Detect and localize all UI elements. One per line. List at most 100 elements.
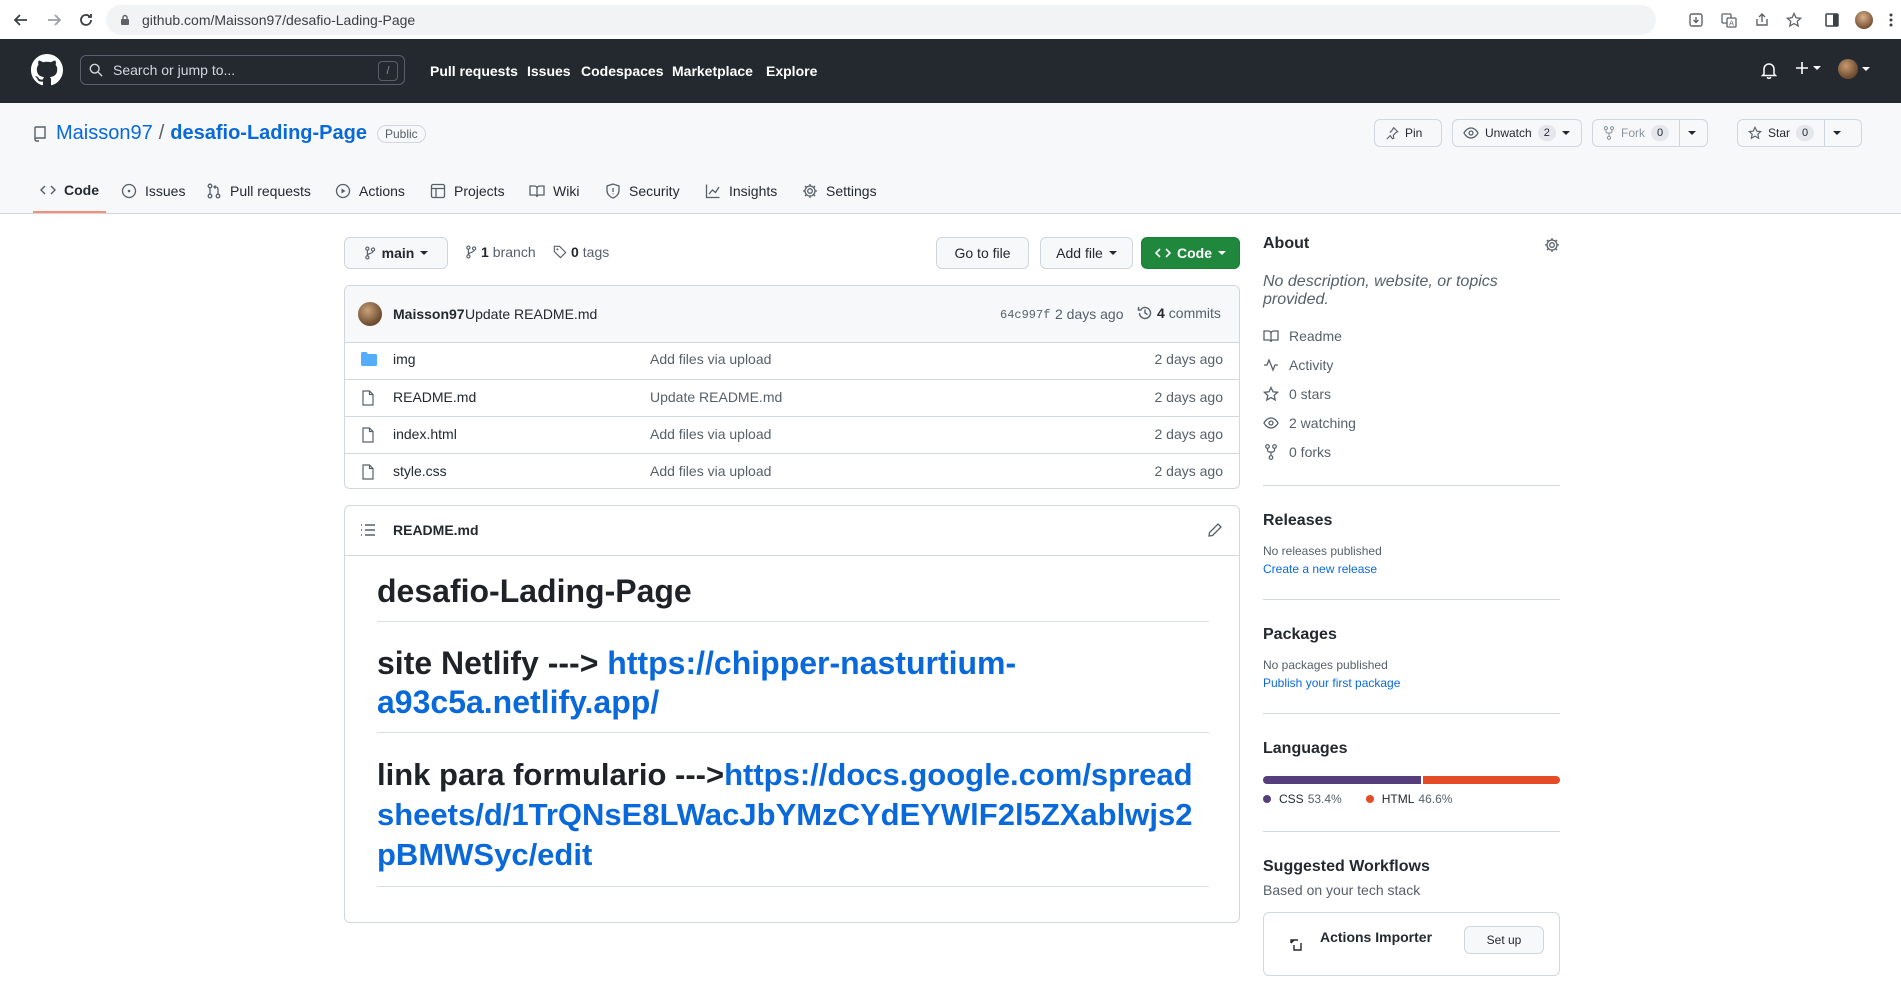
file-row[interactable]: README.md Update README.md 2 days ago [345, 379, 1239, 416]
pencil-icon[interactable] [1207, 522, 1223, 538]
user-menu[interactable] [1838, 59, 1870, 79]
reload-icon[interactable] [76, 10, 96, 30]
language-name: HTML [1381, 792, 1415, 806]
search-input[interactable]: Search or jump to... / [80, 55, 405, 85]
pin-button[interactable]: Pin [1374, 119, 1442, 147]
add-file-label: Add file [1056, 245, 1103, 261]
go-to-file-button[interactable]: Go to file [936, 237, 1029, 269]
readme-filename[interactable]: README.md [393, 522, 479, 538]
file-time: 2 days ago [1154, 351, 1224, 367]
language-bar [1263, 776, 1560, 784]
commit-message[interactable]: Update README.md [465, 306, 597, 322]
eye-icon [1263, 416, 1279, 429]
forward-arrow-icon[interactable] [44, 10, 64, 30]
divider [1263, 599, 1560, 600]
file-row[interactable]: index.html Add files via upload 2 days a… [345, 416, 1239, 453]
releases-heading[interactable]: Releases [1263, 512, 1332, 529]
tab-actions[interactable]: Actions [335, 169, 405, 213]
commit-sha[interactable]: 64c997f [1000, 308, 1050, 322]
shield-icon [606, 183, 620, 199]
chevron-down-icon [1862, 67, 1870, 71]
file-commit-message[interactable]: Add files via upload [650, 426, 771, 442]
browser-menu-icon[interactable] [1886, 10, 1896, 30]
fork-dropdown[interactable] [1679, 120, 1704, 146]
language-html[interactable]: HTML 46.6% [1365, 792, 1453, 806]
file-commit-message[interactable]: Add files via upload [650, 463, 771, 479]
pin-label: Pin [1405, 126, 1423, 140]
tab-wiki[interactable]: Wiki [529, 169, 579, 213]
watching-link[interactable]: 2 watching [1263, 408, 1560, 437]
nav-pull-requests[interactable]: Pull requests [430, 63, 518, 79]
unwatch-button[interactable]: Unwatch 2 [1452, 119, 1582, 147]
create-release-link[interactable]: Create a new release [1263, 562, 1560, 576]
stars-link[interactable]: 0 stars [1263, 379, 1560, 408]
code-icon [1155, 248, 1171, 258]
back-arrow-icon[interactable] [11, 10, 31, 30]
tab-projects[interactable]: Projects [430, 169, 505, 213]
tab-code[interactable]: Code [33, 169, 106, 213]
side-panel-icon[interactable] [1822, 10, 1842, 30]
readme-link[interactable]: Readme [1263, 321, 1560, 350]
nav-codespaces[interactable]: Codespaces [581, 63, 663, 79]
file-name[interactable]: img [393, 351, 416, 367]
file-name[interactable]: style.css [393, 463, 447, 479]
translate-icon[interactable]: A [1719, 10, 1739, 30]
language-css[interactable]: CSS 53.4% [1263, 792, 1342, 806]
file-commit-message[interactable]: Update README.md [650, 389, 782, 405]
repo-name-link[interactable]: desafio-Lading-Page [170, 122, 367, 145]
star-dropdown[interactable] [1824, 120, 1849, 146]
fork-button[interactable]: Fork 0 [1592, 119, 1708, 147]
tab-label: Insights [729, 183, 778, 199]
pulse-icon [1264, 357, 1278, 372]
github-logo-icon[interactable] [31, 54, 63, 86]
nav-issues[interactable]: Issues [527, 63, 571, 79]
nav-marketplace[interactable]: Marketplace [672, 63, 753, 79]
commit-author[interactable]: Maisson97 [393, 306, 465, 322]
packages-heading[interactable]: Packages [1263, 626, 1337, 643]
share-icon[interactable] [1752, 10, 1772, 30]
file-commit-message[interactable]: Add files via upload [650, 351, 771, 367]
forks-link[interactable]: 0 forks [1263, 437, 1560, 466]
tags-link[interactable]: 0 tags [553, 244, 609, 260]
profile-avatar[interactable] [1854, 10, 1874, 30]
publish-package-link[interactable]: Publish your first package [1263, 676, 1560, 690]
branch-select-button[interactable]: main [344, 237, 448, 269]
repo-icon [34, 126, 46, 142]
tag-count: 0 [571, 244, 579, 260]
branch-icon [364, 246, 375, 260]
file-row[interactable]: style.css Add files via upload 2 days ag… [345, 453, 1239, 488]
file-name[interactable]: README.md [393, 389, 476, 405]
tab-security[interactable]: Security [605, 169, 680, 213]
setup-button[interactable]: Set up [1464, 926, 1544, 954]
tab-pull-requests[interactable]: Pull requests [206, 169, 311, 213]
nav-explore[interactable]: Explore [766, 63, 817, 79]
commit-author-avatar[interactable] [358, 302, 382, 326]
language-bar-html [1422, 776, 1560, 784]
tab-settings[interactable]: Settings [802, 169, 877, 213]
star-button[interactable]: Star 0 [1737, 119, 1862, 147]
notifications-bell-icon[interactable] [1761, 61, 1777, 79]
tab-issues[interactable]: Issues [121, 169, 185, 213]
gear-icon[interactable] [1544, 237, 1560, 253]
commit-time: 2 days ago [1055, 306, 1124, 322]
tab-insights[interactable]: Insights [705, 169, 777, 213]
activity-link[interactable]: Activity [1263, 350, 1560, 379]
install-app-icon[interactable] [1686, 10, 1706, 30]
graph-icon [705, 184, 720, 199]
list-icon[interactable] [360, 523, 376, 537]
branch-count: 1 [481, 244, 489, 260]
language-percent: 46.6% [1418, 792, 1453, 806]
code-button[interactable]: Code [1141, 237, 1240, 269]
add-file-button[interactable]: Add file [1040, 237, 1133, 269]
create-new-menu[interactable] [1795, 61, 1821, 75]
readme-form-heading: link para formulario --->https://docs.go… [377, 755, 1209, 888]
bookmark-star-icon[interactable] [1784, 10, 1804, 30]
branches-link[interactable]: 1 branch [465, 244, 536, 260]
file-name[interactable]: index.html [393, 426, 457, 442]
repo-owner-link[interactable]: Maisson97 [56, 122, 153, 145]
file-row[interactable]: img Add files via upload 2 days ago [345, 342, 1239, 379]
plus-icon [1796, 62, 1808, 74]
address-bar[interactable]: github.com/Maisson97/desafio-Lading-Page [106, 5, 1656, 35]
go-to-file-label: Go to file [954, 245, 1011, 261]
commits-link[interactable]: 4 commits [1137, 305, 1221, 321]
